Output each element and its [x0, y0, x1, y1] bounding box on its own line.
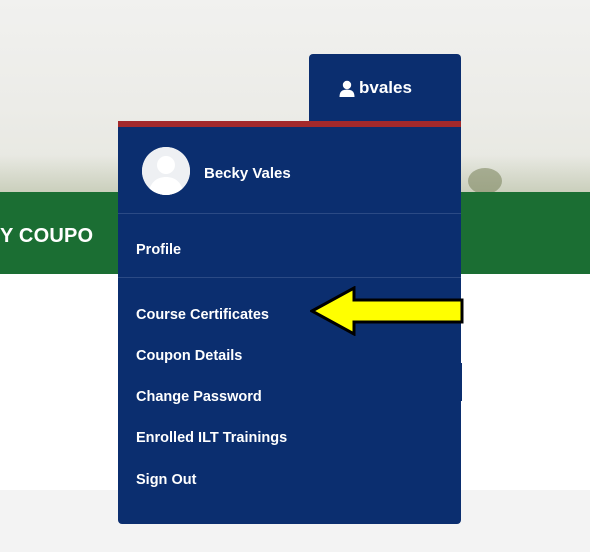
hero-tree-shape: [468, 168, 502, 194]
green-bar-title: Y COUPO: [0, 225, 94, 247]
avatar-icon: [142, 147, 190, 195]
avatar: [142, 147, 190, 195]
menu-item-coupon-details[interactable]: Coupon Details: [136, 348, 242, 364]
user-menu-toggle-label: bvales: [339, 78, 412, 98]
username: bvales: [359, 78, 412, 97]
user-icon: [339, 80, 355, 97]
user-full-name: Becky Vales: [204, 165, 291, 182]
menu-item-profile[interactable]: Profile: [136, 242, 181, 258]
menu-item-course-certificates[interactable]: Course Certificates: [136, 307, 269, 323]
menu-divider: [118, 277, 461, 278]
yellow-arrow-icon: [310, 286, 464, 336]
dropdown-user-header: Becky Vales: [118, 127, 461, 214]
menu-item-enrolled-ilt-trainings[interactable]: Enrolled ILT Trainings: [136, 430, 287, 446]
user-menu-toggle[interactable]: bvales: [309, 54, 461, 124]
menu-item-change-password[interactable]: Change Password: [136, 389, 262, 405]
menu-item-sign-out[interactable]: Sign Out: [136, 472, 196, 488]
